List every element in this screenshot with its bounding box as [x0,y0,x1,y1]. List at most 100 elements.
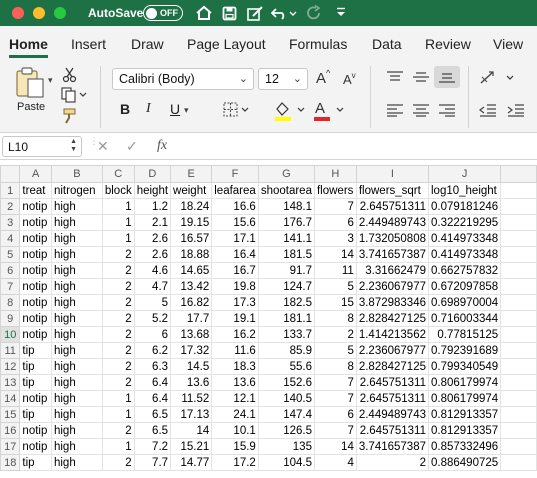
decrease-indent-icon[interactable] [479,103,497,122]
underline-button[interactable]: U [170,101,180,117]
cell[interactable]: 135 [257,438,315,455]
cell[interactable]: 1 [101,438,135,455]
cell[interactable]: 0.322219295 [427,214,502,231]
cell[interactable]: 5 [133,294,172,311]
cell[interactable]: 14 [313,438,357,455]
cell[interactable]: 18.88 [170,246,213,263]
cell[interactable]: 2 [101,422,135,439]
cell[interactable]: 6.3 [133,358,172,375]
cell[interactable]: high [50,406,103,423]
cell[interactable]: 10.1 [211,422,259,439]
cell[interactable]: 11.52 [170,390,213,407]
cell[interactable]: tip [19,406,52,423]
cell[interactable]: high [50,246,103,263]
column-header-k[interactable] [500,165,537,183]
align-bottom-button[interactable] [434,66,460,88]
cell[interactable]: 7.7 [133,454,172,471]
column-header-d[interactable]: D [133,165,172,183]
cell[interactable]: high [50,422,103,439]
minimize-window-button[interactable] [33,7,45,19]
confirm-icon[interactable]: ✓ [126,138,138,155]
align-left-icon[interactable] [386,103,404,122]
insert-function-icon[interactable]: fx [157,138,167,154]
increase-indent-icon[interactable] [507,103,525,122]
zoom-window-button[interactable] [54,7,66,19]
cell[interactable]: 6.4 [133,374,172,391]
tab-view[interactable]: View [493,36,523,52]
align-middle-icon[interactable] [412,70,430,89]
cell[interactable]: high [50,342,103,359]
cell[interactable]: 2.828427125 [355,358,430,375]
cell[interactable]: 2.449489743 [355,406,430,423]
cell[interactable]: 0.792391689 [427,342,502,359]
cell[interactable] [500,310,537,327]
cell[interactable]: 17.1 [211,230,259,247]
column-header-e[interactable]: E [170,165,213,183]
cell[interactable]: 16.7 [211,262,259,279]
cell[interactable]: 5 [313,278,357,295]
cell[interactable]: 14.65 [170,262,213,279]
cell[interactable]: 6 [313,214,357,231]
cell[interactable]: 2.645751311 [355,422,430,439]
cell[interactable]: notip [19,294,52,311]
cell[interactable]: 1 [101,230,135,247]
cell[interactable]: 11.6 [211,342,259,359]
cell[interactable]: 2.6 [133,246,172,263]
cell[interactable]: high [50,326,103,343]
cell[interactable]: 2 [101,246,135,263]
shrink-font-button[interactable]: Av [343,71,356,87]
cell[interactable]: notip [19,262,52,279]
align-center-icon[interactable] [412,103,430,122]
column-header-c[interactable]: C [101,165,135,183]
cell[interactable]: 176.7 [257,214,315,231]
column-header-b[interactable]: B [50,165,103,183]
row-header[interactable]: 16 [0,422,21,439]
cell[interactable]: 14.5 [170,358,213,375]
cell[interactable]: 152.6 [257,374,315,391]
cell[interactable]: 0.414973348 [427,246,502,263]
select-all-corner[interactable] [0,165,21,183]
cell[interactable]: 19.15 [170,214,213,231]
cell[interactable]: high [50,262,103,279]
home-icon[interactable] [194,3,214,23]
cell[interactable]: 7 [313,390,357,407]
cell[interactable]: high [50,454,103,471]
cell[interactable]: 2 [101,262,135,279]
cell[interactable]: 3.741657387 [355,246,430,263]
cell[interactable]: 2 [101,374,135,391]
row-header[interactable]: 1 [0,182,21,199]
cell[interactable]: 15.6 [211,214,259,231]
cell[interactable]: shootarea [257,182,315,199]
cell[interactable]: 7 [313,374,357,391]
cell[interactable]: notip [19,422,52,439]
cell[interactable]: 2 [101,294,135,311]
row-header[interactable]: 14 [0,390,21,407]
cell[interactable]: tip [19,454,52,471]
cell[interactable]: 181.1 [257,310,315,327]
cell[interactable]: 17.7 [170,310,213,327]
cell[interactable]: 3.872983346 [355,294,430,311]
cell[interactable]: notip [19,438,52,455]
cell[interactable]: 147.4 [257,406,315,423]
cell[interactable]: notip [19,278,52,295]
cell[interactable] [500,182,537,199]
tab-data[interactable]: Data [372,36,402,52]
cell[interactable]: 6.2 [133,342,172,359]
cell[interactable]: 8 [313,310,357,327]
column-header-g[interactable]: G [257,165,315,183]
column-header-h[interactable]: H [313,165,357,183]
cell[interactable]: 13.6 [211,374,259,391]
italic-button[interactable]: I [146,101,151,117]
cell[interactable]: 16.57 [170,230,213,247]
cell[interactable]: 2 [313,326,357,343]
save-icon[interactable] [220,3,238,23]
cell[interactable] [500,438,537,455]
cell[interactable] [500,342,537,359]
cell[interactable]: 16.2 [211,326,259,343]
row-header[interactable]: 5 [0,246,21,263]
cell[interactable]: notip [19,326,52,343]
cell[interactable]: 24.1 [211,406,259,423]
cell[interactable]: 19.1 [211,310,259,327]
cell[interactable]: 2.236067977 [355,342,430,359]
cell[interactable]: 3.31662479 [355,262,430,279]
